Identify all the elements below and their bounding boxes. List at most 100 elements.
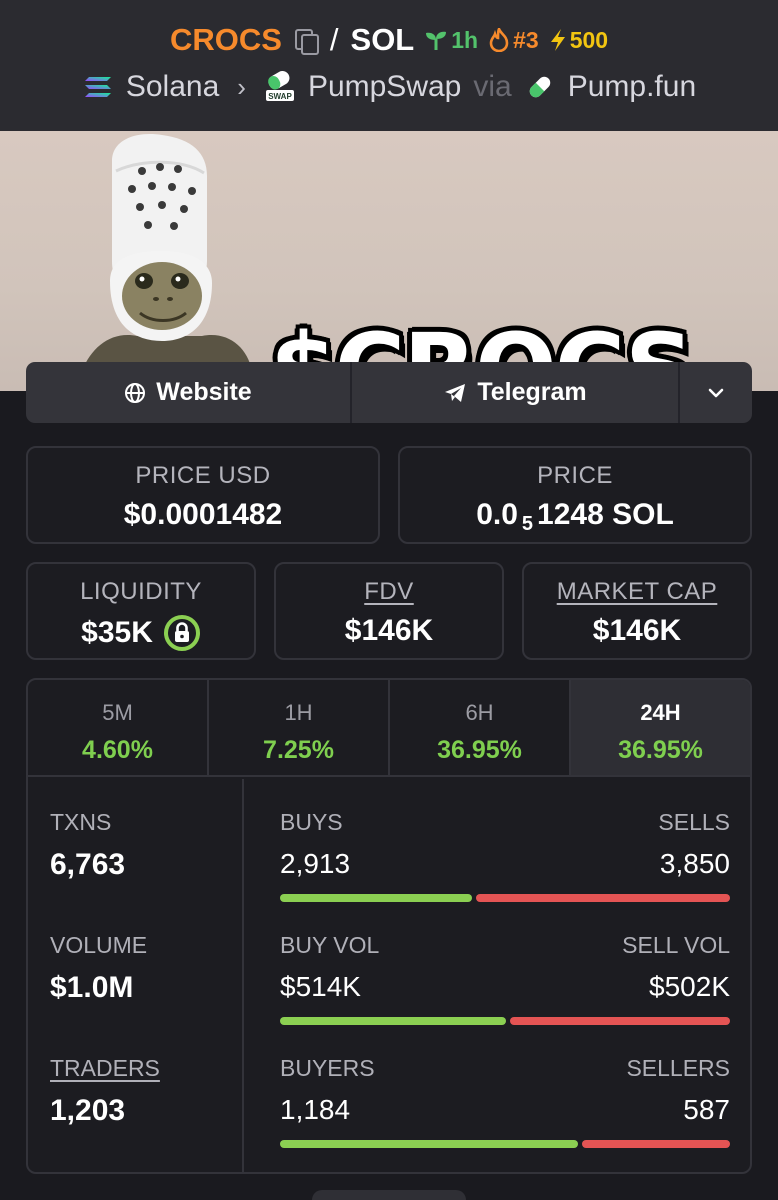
price-change: 7.25% [263,736,334,764]
sells-label: SELLS [658,809,730,835]
copy-icon[interactable] [292,27,319,55]
sell-bar [509,1017,730,1025]
buyers-label: BUYERS [280,1055,375,1081]
sell-vol-value: $502K [649,971,730,1002]
market-cap-label[interactable]: MARKET CAP [524,578,750,606]
svg-text:SWAP: SWAP [268,92,292,101]
pumpfun-icon [529,76,550,98]
buyers-value: 1,184 [280,1094,351,1125]
chain-name[interactable]: Solana [126,70,219,104]
quote-symbol: SOL [350,22,415,57]
website-button[interactable]: Website [26,362,352,423]
tab-label: 1H [284,700,313,725]
website-label: Website [156,378,252,406]
dex-name[interactable]: PumpSwap [308,70,461,104]
buys-sells-stat: BUYS SELLS 2,913 3,850 [280,809,730,902]
pair-header: CROCS / SOL 1h #3 500 Solana › SWAP Pump… [0,0,778,131]
volume-value: $1.0M [50,971,134,1004]
price-usd-value: $0.0001482 [123,498,283,531]
more-links-button[interactable] [680,362,752,423]
buys-label: BUYS [280,809,343,835]
lock-icon[interactable] [163,614,201,652]
price-native-rest: 1248 SOL [537,498,674,531]
txns-stat: TXNS 6,763 [50,809,125,882]
sell-bar [476,894,730,902]
price-native-value: 0.0 5 1248 SOL [400,498,750,535]
token-symbol: CROCS [169,22,282,57]
traders-value: 1,203 [50,1094,126,1127]
tab-5m[interactable]: 5M 4.60% [28,680,209,775]
price-change: 36.95% [437,736,522,764]
tab-label: 6H [465,700,494,725]
price-native-card: PRICE 0.0 5 1248 SOL [398,446,752,544]
tab-label: 5M [102,700,133,725]
volume-label: VOLUME [50,932,148,958]
liquidity-card: LIQUIDITY $35K [26,562,256,660]
txns-value: 6,763 [50,848,126,881]
flame-icon [489,28,509,52]
sellers-label: SELLERS [626,1055,730,1081]
boost-value: 500 [569,26,609,53]
buys-sells-bar [280,894,730,902]
liquidity-value-row: $35K [28,614,254,652]
chevron-right-icon: › [237,71,246,102]
age-value: 1h [451,26,479,53]
telegram-button[interactable]: Telegram [352,362,680,423]
price-native-prefix: 0.0 [476,498,518,531]
sellers-value: 587 [683,1094,730,1125]
pair-separator: / [329,22,339,57]
telegram-icon [445,383,466,402]
buy-bar [280,1140,579,1148]
price-native-label: PRICE [537,462,613,489]
buy-vol-value: $514K [280,971,361,1002]
rank-value: #3 [513,26,539,53]
bottom-sheet-handle[interactable] [312,1190,466,1200]
globe-icon [125,382,146,403]
price-usd-label: PRICE USD [135,462,271,489]
breadcrumb: Solana › SWAP PumpSwap via Pump.fun [0,70,778,104]
price-change: 4.60% [82,736,153,764]
sprout-icon [426,31,447,50]
liquidity-value: $35K [81,616,153,649]
timeframe-tabs: 5M 4.60% 1H 7.25% 6H 36.95% 24H 36.95% [28,680,750,777]
boost-badge: 500 [549,27,608,54]
buyers-sellers-bar [280,1140,730,1148]
market-cap-card: MARKET CAP $146K [522,562,752,660]
volume-stat: VOLUME $1.0M [50,932,147,1005]
traders-stat: TRADERS 1,203 [50,1055,160,1128]
market-cap-value: $146K [592,614,682,647]
liquidity-label: LIQUIDITY [80,578,202,605]
crocodile-clog-image [82,134,252,371]
buy-sell-volume-bar [280,1017,730,1025]
chevron-down-icon [708,388,724,397]
solana-icon [84,77,111,97]
stats-panel: 5M 4.60% 1H 7.25% 6H 36.95% 24H 36.95% T… [26,678,752,1174]
tab-1h[interactable]: 1H 7.25% [209,680,390,775]
telegram-label: Telegram [477,378,587,406]
launchpad-name[interactable]: Pump.fun [568,70,696,104]
rank-badge: #3 [488,27,539,54]
tab-6h[interactable]: 6H 36.95% [390,680,571,775]
txns-label: TXNS [50,809,112,835]
sell-bar [582,1140,730,1148]
token-banner: $CROCS [0,131,778,391]
buy-bar [280,894,473,902]
age-badge: 1h [424,27,478,54]
lightning-icon [550,29,565,51]
price-native-zero-count: 5 [521,512,534,535]
fdv-card: FDV $146K [274,562,504,660]
traders-label[interactable]: TRADERS [50,1055,160,1082]
fdv-label[interactable]: FDV [276,578,502,606]
tab-24h[interactable]: 24H 36.95% [571,680,750,775]
totals-column: TXNS 6,763 VOLUME $1.0M TRADERS 1,203 [28,779,244,1172]
buy-sell-volume-stat: BUY VOL SELL VOL $514K $502K [280,932,730,1025]
via-label: via [473,70,512,103]
buyers-sellers-stat: BUYERS SELLERS 1,184 587 [280,1055,730,1148]
fdv-value: $146K [344,614,434,647]
sell-vol-label: SELL VOL [622,932,730,958]
buy-bar [280,1017,506,1025]
tab-label: 24H [640,700,681,725]
sells-value: 3,850 [659,848,730,879]
buy-vol-label: BUY VOL [280,932,380,958]
price-usd-card: PRICE USD $0.0001482 [26,446,380,544]
